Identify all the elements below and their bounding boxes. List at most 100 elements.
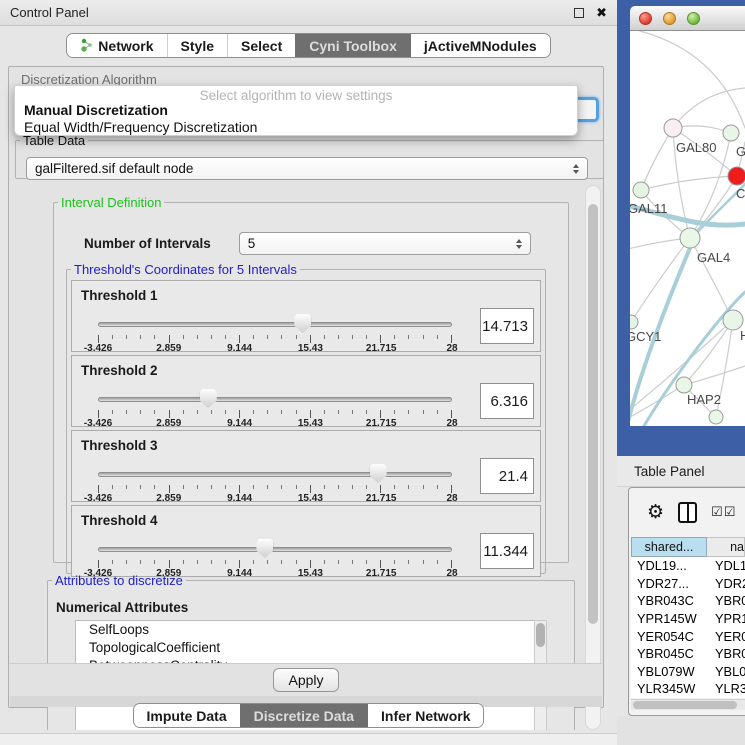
network-node-label: GAL4 bbox=[697, 250, 730, 265]
table-horizontal-scrollbar[interactable] bbox=[631, 699, 745, 710]
network-node[interactable] bbox=[709, 410, 723, 424]
network-node-c[interactable] bbox=[728, 167, 745, 185]
network-edge[interactable] bbox=[684, 366, 745, 385]
table-row[interactable]: YDL19...YDL1 bbox=[631, 557, 745, 575]
interval-definition-label: Interval Definition bbox=[58, 195, 164, 210]
threshold-slider[interactable]: -3.4262.8599.14415.4321.71528 bbox=[98, 536, 452, 576]
apply-button[interactable]: Apply bbox=[273, 668, 339, 692]
slider-track[interactable] bbox=[98, 547, 452, 552]
threshold-value-field[interactable]: 6.316 bbox=[480, 383, 534, 419]
threshold-panel-1: Threshold 1-3.4262.8599.14415.4321.71528… bbox=[71, 280, 541, 352]
table-cell-shared: YBR045C bbox=[631, 645, 707, 663]
top-tab-bar: Network StyleSelectCyni Toolbox jActiveMNo… bbox=[0, 33, 617, 58]
gear-icon[interactable]: ⚙ bbox=[647, 503, 664, 522]
minimize-traffic-light-icon[interactable] bbox=[663, 12, 676, 25]
threshold-slider[interactable]: -3.4262.8599.14415.4321.71528 bbox=[98, 311, 452, 351]
network-node-gal80[interactable] bbox=[664, 119, 682, 137]
network-node-ga[interactable] bbox=[723, 125, 739, 141]
table-data-group: Table Data galFiltered.sif default node bbox=[15, 133, 604, 179]
network-view-window: GAL80GACGAL11GAL4GCY1HHAP2 bbox=[617, 0, 745, 456]
control-panel-titlebar: Control Panel ✖ bbox=[0, 0, 617, 26]
column-header-name[interactable]: na bbox=[707, 537, 745, 557]
slider-thumb[interactable] bbox=[370, 464, 387, 483]
network-node-label: GAL11 bbox=[630, 201, 668, 216]
threshold-label: Threshold 3 bbox=[81, 438, 158, 453]
threshold-slider[interactable]: -3.4262.8599.14415.4321.71528 bbox=[98, 386, 452, 426]
tab-label: jActiveMNodules bbox=[424, 38, 537, 54]
split-column-icon[interactable] bbox=[678, 502, 697, 523]
panel-title: Control Panel bbox=[10, 5, 89, 20]
close-panel-icon[interactable]: ✖ bbox=[596, 8, 607, 18]
tab-label: Discretize Data bbox=[254, 708, 354, 724]
table-header: shared... na bbox=[631, 537, 745, 557]
network-node-gal4[interactable] bbox=[680, 228, 700, 248]
checkbox-icons[interactable]: ☑☑ bbox=[711, 504, 736, 520]
float-panel-icon[interactable] bbox=[574, 8, 584, 18]
table-cell-name: YDR2 bbox=[707, 575, 745, 593]
close-traffic-light-icon[interactable] bbox=[639, 12, 652, 25]
threshold-slider[interactable]: -3.4262.8599.14415.4321.71528 bbox=[98, 461, 452, 501]
attribute-list-item[interactable]: TopologicalCoefficient bbox=[76, 639, 544, 657]
table-cell-shared: YER054C bbox=[631, 627, 707, 645]
table-row[interactable]: YLR345WYLR3 bbox=[631, 680, 745, 698]
tab-style[interactable]: Style bbox=[167, 34, 227, 57]
threshold-value-field[interactable]: 21.4 bbox=[480, 458, 534, 494]
bottom-tab-impute-data[interactable]: Impute Data bbox=[134, 704, 240, 727]
network-edge[interactable] bbox=[690, 176, 737, 238]
network-node-label: GAL80 bbox=[676, 140, 716, 155]
slider-track[interactable] bbox=[98, 322, 452, 327]
table-data-combobox[interactable]: galFiltered.sif default node bbox=[26, 157, 588, 180]
table-row[interactable]: YDR27...YDR2 bbox=[631, 575, 745, 593]
column-header-shared[interactable]: shared... bbox=[631, 537, 707, 557]
bottom-tab-discretize-data[interactable]: Discretize Data bbox=[240, 704, 367, 727]
network-window-titlebar bbox=[630, 6, 745, 31]
tab-network[interactable]: Network bbox=[67, 34, 166, 57]
network-edge[interactable] bbox=[673, 88, 745, 128]
table-row[interactable]: YPR145WYPR1 bbox=[631, 610, 745, 628]
table-row[interactable]: YBR043CYBR0 bbox=[631, 592, 745, 610]
number-of-intervals-combobox[interactable]: 5 bbox=[239, 232, 531, 255]
network-edge[interactable] bbox=[684, 320, 733, 385]
dropdown-option-manual[interactable]: Manual Discretization bbox=[15, 102, 577, 119]
threshold-label: Threshold 2 bbox=[81, 363, 158, 378]
slider-track[interactable] bbox=[98, 397, 452, 402]
network-node-label: C bbox=[736, 186, 745, 201]
slider-thumb[interactable] bbox=[294, 314, 311, 333]
network-node-gal11[interactable] bbox=[633, 182, 649, 198]
network-node-gcy1[interactable] bbox=[630, 315, 638, 329]
tab-jactivemnodules[interactable]: jActiveMNodules bbox=[410, 34, 550, 57]
network-edge[interactable] bbox=[631, 238, 690, 322]
slider-thumb[interactable] bbox=[200, 389, 217, 408]
threshold-value-field[interactable]: 14.713 bbox=[480, 308, 534, 344]
tab-label: Network bbox=[98, 38, 153, 54]
thresholds-group: Threshold's Coordinates for 5 Intervals … bbox=[66, 262, 546, 574]
network-edge[interactable] bbox=[640, 31, 745, 128]
table-cell-name: YBL0 bbox=[707, 663, 745, 681]
zoom-traffic-light-icon[interactable] bbox=[687, 12, 700, 25]
table-row[interactable]: YER054CYER0 bbox=[631, 627, 745, 645]
apply-strip: Apply bbox=[10, 663, 602, 696]
slider-thumb[interactable] bbox=[256, 539, 273, 558]
number-of-intervals-value: 5 bbox=[248, 236, 256, 251]
slider-ticks bbox=[98, 410, 452, 418]
table-row[interactable]: YBR045CYBR0 bbox=[631, 645, 745, 663]
attribute-list-item[interactable]: SelfLoops bbox=[76, 621, 544, 639]
threshold-value-field[interactable]: 11.344 bbox=[480, 533, 534, 569]
network-edge[interactable] bbox=[641, 176, 737, 190]
network-node-h[interactable] bbox=[723, 310, 743, 330]
bottom-tab-infer-network[interactable]: Infer Network bbox=[367, 704, 483, 727]
tab-select[interactable]: Select bbox=[227, 34, 295, 57]
thresholds-list: Threshold 1-3.4262.8599.14415.4321.71528… bbox=[67, 280, 545, 577]
dropdown-option-equal-width[interactable]: Equal Width/Frequency Discretization bbox=[15, 119, 577, 136]
slider-track[interactable] bbox=[98, 472, 452, 477]
network-node-hap2[interactable] bbox=[676, 377, 692, 393]
table-cell-shared: YDL19... bbox=[631, 557, 707, 575]
network-edge[interactable] bbox=[641, 128, 673, 190]
control-panel: Control Panel ✖ Network StyleSelectCyni T… bbox=[0, 0, 617, 745]
table-row[interactable]: YBL079WYBL0 bbox=[631, 663, 745, 681]
settings-vertical-scrollbar[interactable] bbox=[585, 185, 601, 730]
tab-cyni-toolbox[interactable]: Cyni Toolbox bbox=[295, 34, 410, 57]
numerical-attributes-label: Numerical Attributes bbox=[56, 600, 188, 615]
network-canvas[interactable]: GAL80GACGAL11GAL4GCY1HHAP2 bbox=[630, 31, 745, 426]
table-cell-shared: YBL079W bbox=[631, 663, 707, 681]
